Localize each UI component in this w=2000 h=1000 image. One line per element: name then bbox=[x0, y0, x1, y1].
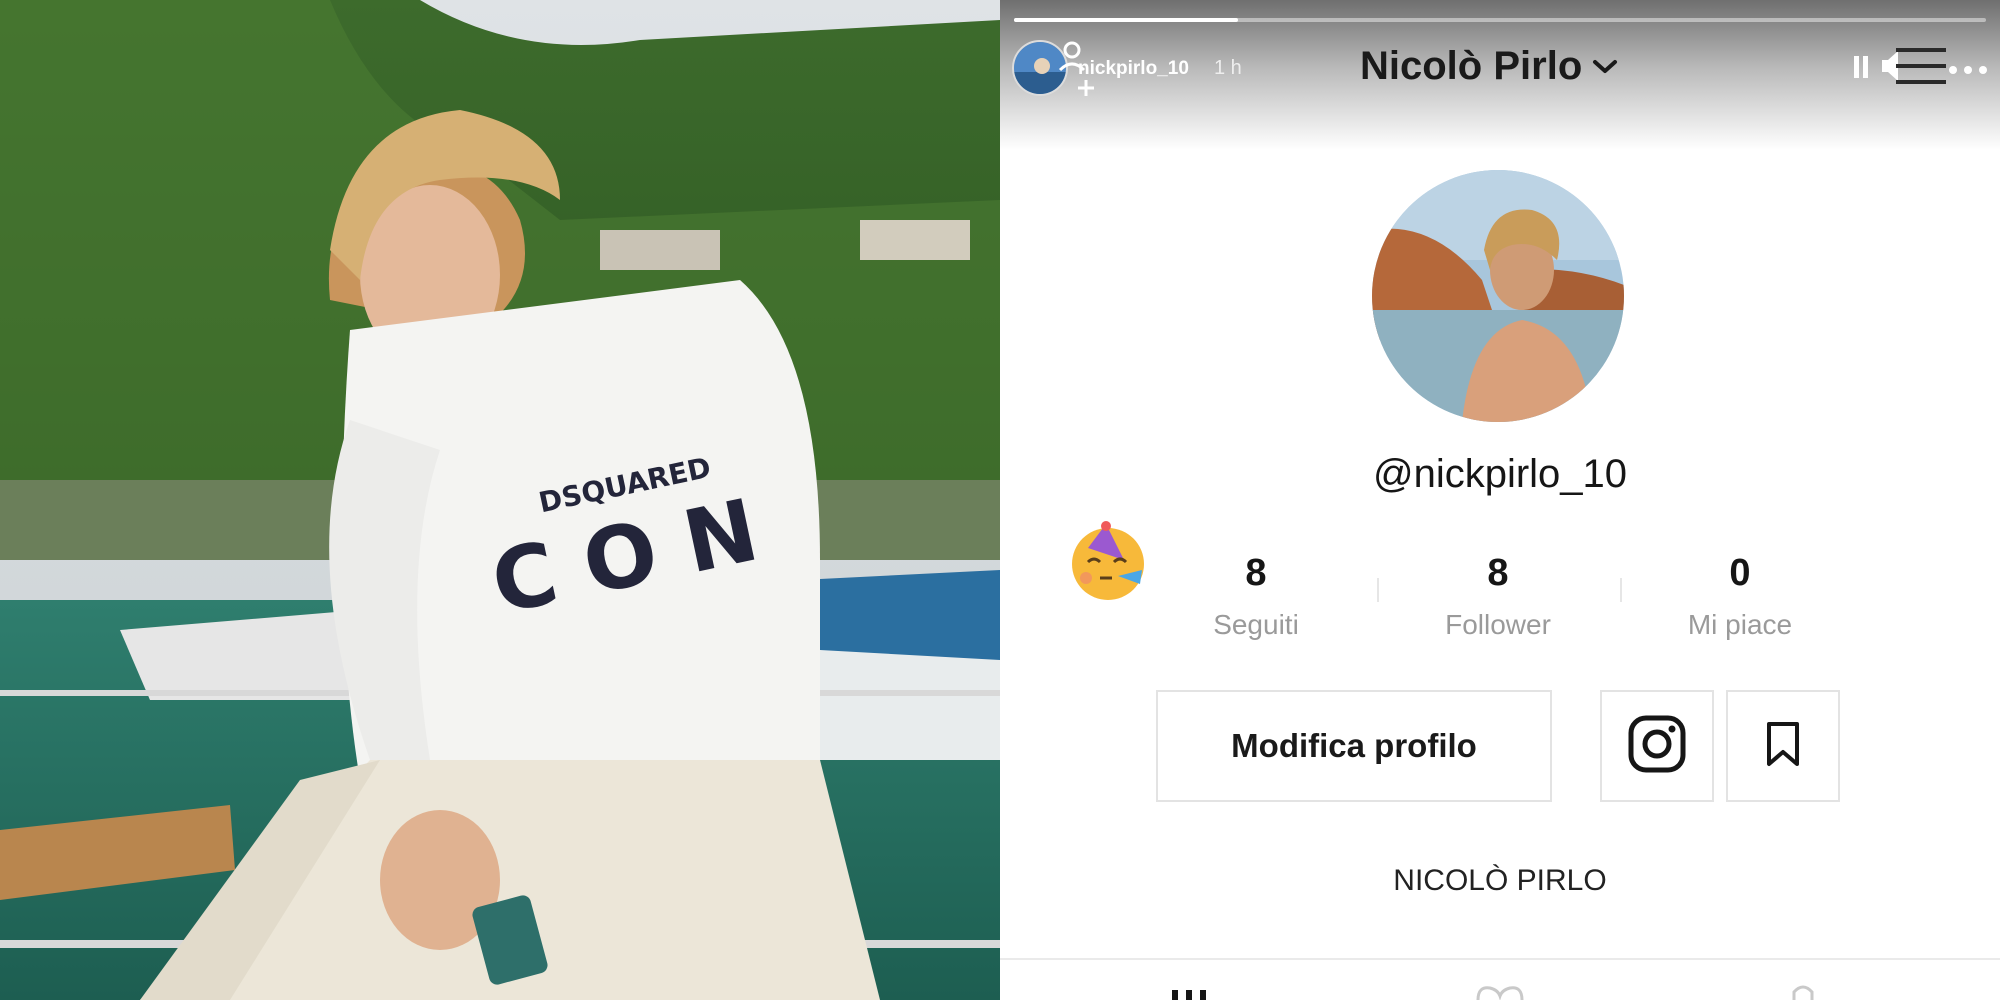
profile-display-name: Nicolò Pirlo bbox=[1360, 44, 1583, 88]
story-progress-bar bbox=[1014, 18, 1986, 22]
stat-likes[interactable]: 0 Mi piace bbox=[1640, 552, 1840, 641]
stat-likes-value: 0 bbox=[1729, 552, 1751, 594]
story-time: 1 h bbox=[1214, 57, 1242, 79]
bookmark-icon bbox=[1763, 720, 1803, 773]
edit-profile-button[interactable]: Modifica profilo bbox=[1156, 690, 1552, 802]
lock-icon[interactable] bbox=[1788, 984, 1818, 1000]
story-view: nickpirlo_10 1 h Nicolò Pirlo @nickpirlo… bbox=[1000, 0, 2000, 1000]
stat-divider bbox=[1377, 578, 1379, 602]
stat-followers-label: Follower bbox=[1445, 609, 1551, 640]
story-username[interactable]: nickpirlo_10 bbox=[1078, 58, 1189, 80]
stat-following[interactable]: 8 Seguiti bbox=[1156, 552, 1356, 641]
party-face-emoji bbox=[1066, 520, 1150, 609]
profile-name-dropdown[interactable]: Nicolò Pirlo bbox=[1360, 44, 1700, 89]
more-icon[interactable] bbox=[1948, 62, 1994, 80]
profile-avatar[interactable] bbox=[1372, 170, 1624, 422]
profile-bio: NICOLÒ PIRLO bbox=[1393, 864, 1607, 897]
heart-icon[interactable] bbox=[1474, 984, 1526, 1000]
menu-icon[interactable] bbox=[1896, 46, 1948, 93]
pause-icon[interactable] bbox=[1852, 54, 1870, 85]
stat-followers-value: 8 bbox=[1487, 552, 1509, 594]
stat-following-value: 8 bbox=[1245, 552, 1267, 594]
story-progress-fill bbox=[1014, 18, 1238, 22]
stat-followers[interactable]: 8 Follower bbox=[1398, 552, 1598, 641]
bookmark-button[interactable] bbox=[1726, 690, 1840, 802]
chevron-down-icon bbox=[1592, 58, 1618, 76]
stat-divider bbox=[1620, 578, 1622, 602]
profile-photo: C O N DSQUARED bbox=[0, 0, 1000, 1000]
instagram-icon bbox=[1627, 714, 1687, 779]
tabs-divider bbox=[1000, 958, 2000, 960]
profile-handle: @nickpirlo_10 bbox=[1372, 452, 1628, 496]
instagram-button[interactable] bbox=[1600, 690, 1714, 802]
stat-following-label: Seguiti bbox=[1213, 609, 1299, 640]
grid-icon[interactable] bbox=[1172, 984, 1212, 1000]
stat-likes-label: Mi piace bbox=[1687, 609, 1793, 640]
